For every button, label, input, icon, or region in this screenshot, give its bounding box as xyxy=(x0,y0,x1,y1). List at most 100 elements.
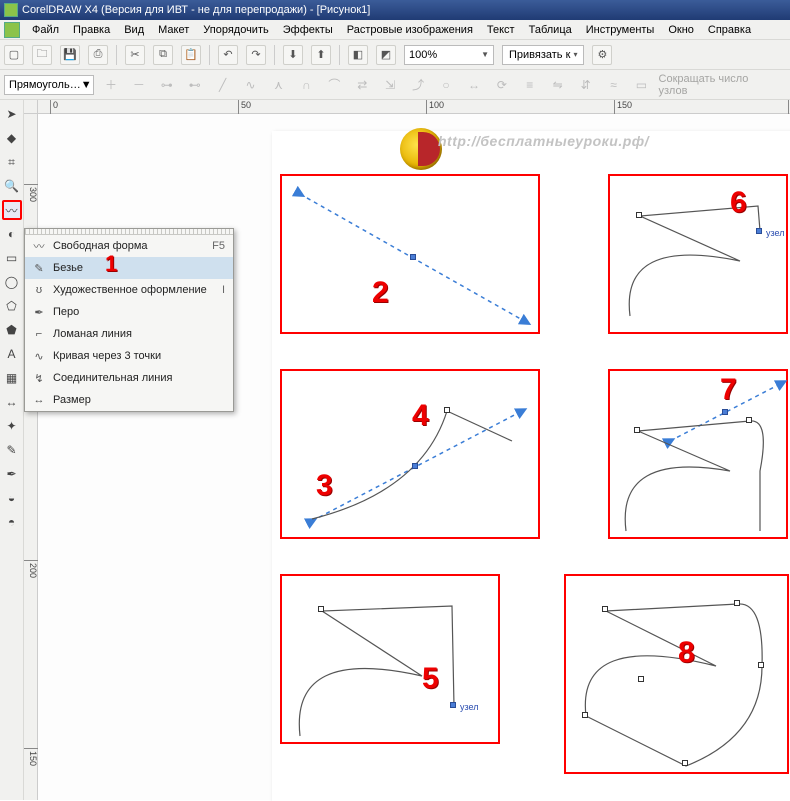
node-add-icon[interactable]: ＋ xyxy=(100,75,122,95)
save-button[interactable]: 💾 xyxy=(60,45,80,65)
flyout-bezier[interactable]: ✎ Безье xyxy=(25,257,233,279)
curve-node xyxy=(444,407,450,413)
menu-effects[interactable]: Эффекты xyxy=(277,22,339,38)
ellipse-tool[interactable]: ◯ xyxy=(2,272,22,292)
dimension-icon: ↔ xyxy=(29,394,49,406)
export-button[interactable]: ⬆ xyxy=(311,45,331,65)
ruler-vertical[interactable]: 300 250 200 150 xyxy=(24,114,38,800)
snap-dropdown[interactable]: Привязать к ▾ xyxy=(502,45,584,65)
flyout-item-label: Ломаная линия xyxy=(49,328,229,340)
menu-layout[interactable]: Макет xyxy=(152,22,195,38)
menu-arrange[interactable]: Упорядочить xyxy=(197,22,274,38)
flyout-item-label: Свободная форма xyxy=(49,240,212,252)
undo-button[interactable]: ↶ xyxy=(218,45,238,65)
smooth-icon[interactable]: ∩ xyxy=(295,75,317,95)
outline-tool[interactable]: ✒ xyxy=(2,464,22,484)
flyout-pen[interactable]: ✒ Перо xyxy=(25,301,233,323)
curve-node xyxy=(682,760,688,766)
flyout-dimension[interactable]: ↔ Размер xyxy=(25,389,233,411)
callout-2: 2 xyxy=(372,276,389,310)
curve-node xyxy=(450,702,456,708)
polygon-tool[interactable]: ⬠ xyxy=(2,296,22,316)
elastic-icon[interactable]: ≈ xyxy=(603,75,625,95)
print-button[interactable]: ⎙ xyxy=(88,45,108,65)
reverse-icon[interactable]: ⇄ xyxy=(351,75,373,95)
flyout-polyline[interactable]: ⌐ Ломаная линия xyxy=(25,323,233,345)
menu-help[interactable]: Справка xyxy=(702,22,757,38)
launch-button[interactable]: ◧ xyxy=(348,45,368,65)
options-button[interactable]: ⚙ xyxy=(592,45,612,65)
symm-icon[interactable]: ⌒ xyxy=(323,75,345,95)
menu-edit[interactable]: Правка xyxy=(67,22,116,38)
paste-button[interactable]: 📋 xyxy=(181,45,201,65)
stretch-icon[interactable]: ↔ xyxy=(463,75,485,95)
menu-table[interactable]: Таблица xyxy=(523,22,578,38)
extract-icon[interactable]: ⤴ xyxy=(407,75,429,95)
shape-tool[interactable]: ◆ xyxy=(2,128,22,148)
curve-graphic xyxy=(610,371,790,541)
flyout-item-label: Соединительная линия xyxy=(49,372,229,384)
interactive-fill-tool[interactable]: ◓ xyxy=(2,512,22,532)
flyout-3pt-curve[interactable]: ∿ Кривая через 3 точки xyxy=(25,345,233,367)
curve-graphic xyxy=(566,576,790,776)
ruler-tick: 50 xyxy=(238,100,251,114)
welcome-button[interactable]: ◩ xyxy=(376,45,396,65)
menu-text[interactable]: Текст xyxy=(481,22,521,38)
rotate-icon[interactable]: ⟳ xyxy=(491,75,513,95)
dimension-tool[interactable]: ↔ xyxy=(2,392,22,412)
ruler-tick: 300 xyxy=(24,184,38,202)
menu-window[interactable]: Окно xyxy=(662,22,700,38)
cusp-icon[interactable]: ⋏ xyxy=(268,75,290,95)
ruler-origin[interactable] xyxy=(24,100,38,114)
new-button[interactable]: ▢ xyxy=(4,45,24,65)
basic-shapes-tool[interactable]: ⬟ xyxy=(2,320,22,340)
app-icon xyxy=(4,3,18,17)
ruler-tick: 0 xyxy=(50,100,58,114)
node-join-icon[interactable]: ⊶ xyxy=(156,75,178,95)
eyedropper-tool[interactable]: ✎ xyxy=(2,440,22,460)
node-break-icon[interactable]: ⊷ xyxy=(184,75,206,95)
curve-node xyxy=(582,712,588,718)
curve-graphic xyxy=(282,371,542,541)
watermark-text: http://бесплатныеуроки.рф/ xyxy=(438,133,649,149)
pick-tool[interactable]: ➤ xyxy=(2,104,22,124)
rectangle-tool[interactable]: ▭ xyxy=(2,248,22,268)
table-tool[interactable]: ▦ xyxy=(2,368,22,388)
menu-bitmaps[interactable]: Растровые изображения xyxy=(341,22,479,38)
select-all-icon[interactable]: ▭ xyxy=(631,75,653,95)
menu-file[interactable]: Файл xyxy=(26,22,65,38)
watermark-badge xyxy=(400,128,442,170)
extend-icon[interactable]: ⇲ xyxy=(379,75,401,95)
smart-fill-tool[interactable]: ◐ xyxy=(2,224,22,244)
text-tool[interactable]: A xyxy=(2,344,22,364)
autoclose-icon[interactable]: ○ xyxy=(435,75,457,95)
copy-button[interactable]: ⧉ xyxy=(153,45,173,65)
drawing-canvas[interactable]: http://бесплатныеуроки.рф/ 2 узел 6 xyxy=(38,114,790,800)
zoom-tool[interactable]: 🔍 xyxy=(2,176,22,196)
flyout-freehand[interactable]: 〰 Свободная форма F5 xyxy=(25,235,233,257)
open-button[interactable]: 🗀 xyxy=(32,45,52,65)
import-button[interactable]: ⬇ xyxy=(283,45,303,65)
node-delete-icon[interactable]: － xyxy=(128,75,150,95)
interactive-tool[interactable]: ✦ xyxy=(2,416,22,436)
to-curve-icon[interactable]: ∿ xyxy=(240,75,262,95)
property-bar: Прямоуголь… ▼ ＋ － ⊶ ⊷ ╱ ∿ ⋏ ∩ ⌒ ⇄ ⇲ ⤴ ○ … xyxy=(0,70,790,100)
vmirror-icon[interactable]: ⇵ xyxy=(575,75,597,95)
curve-tools-flyout[interactable]: 〰 xyxy=(2,200,22,220)
ruler-horizontal[interactable]: 0 50 100 150 200 xyxy=(38,100,790,114)
align-icon[interactable]: ≡ xyxy=(519,75,541,95)
example-panel-6: узел 6 xyxy=(608,174,788,334)
menu-tools[interactable]: Инструменты xyxy=(580,22,661,38)
zoom-level[interactable]: 100% ▼ xyxy=(404,45,494,65)
crop-tool[interactable]: ⌗ xyxy=(2,152,22,172)
flyout-artistic[interactable]: ʊ Художественное оформление I xyxy=(25,279,233,301)
cut-button[interactable]: ✂ xyxy=(125,45,145,65)
shape-preset[interactable]: Прямоуголь… ▼ xyxy=(4,75,94,95)
hmirror-icon[interactable]: ⇋ xyxy=(547,75,569,95)
menu-view[interactable]: Вид xyxy=(118,22,150,38)
example-panel-7: 7 xyxy=(608,369,788,539)
redo-button[interactable]: ↷ xyxy=(246,45,266,65)
to-line-icon[interactable]: ╱ xyxy=(212,75,234,95)
flyout-connector[interactable]: ↯ Соединительная линия xyxy=(25,367,233,389)
fill-tool[interactable]: ◒ xyxy=(2,488,22,508)
